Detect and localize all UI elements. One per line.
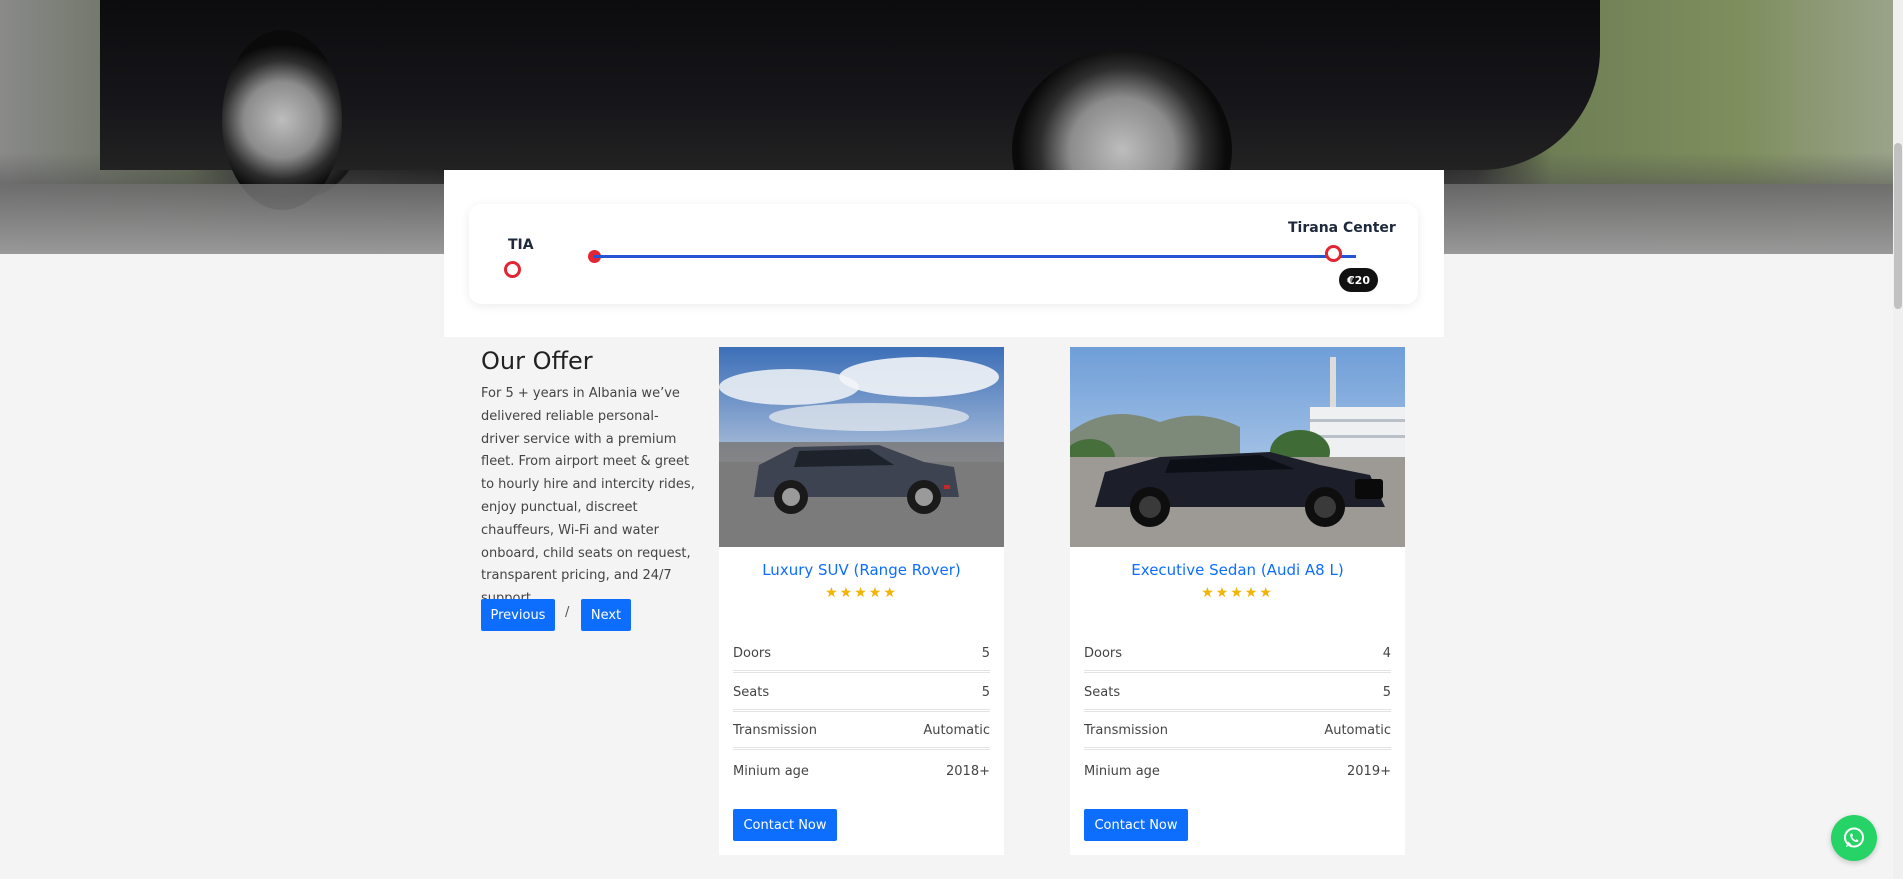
offer-description: For 5 + years in Albania we’ve delivered… [481,386,695,606]
rating-stars: ★★★★★ [825,585,898,601]
spec-row-seats: Seats 5 [733,676,990,712]
previous-button[interactable]: Previous [481,599,555,631]
spec-label: Transmission [1084,723,1168,738]
car-card-audi-a8: Executive Sedan (Audi A8 L) ★★★★★ Doors … [1070,347,1405,855]
spec-value: Automatic [1324,723,1391,738]
spec-value: Automatic [923,723,990,738]
car-image-range-rover [719,347,1004,547]
spec-value: 5 [981,646,990,661]
spec-label: Transmission [733,723,817,738]
spec-label: Doors [733,646,772,661]
car-name[interactable]: Luxury SUV (Range Rover) [719,561,1004,579]
route-card: TIA Tirana Center €20 [469,204,1418,304]
route-from-label: TIA [508,237,534,253]
contact-now-button[interactable]: Contact Now [1084,809,1188,841]
spec-row-doors: Doors 4 [1084,637,1391,673]
hero-rear-wheel [222,30,342,210]
route-end-marker [1325,245,1342,262]
spec-value: 4 [1382,646,1391,661]
spec-row-transmission: Transmission Automatic [1084,714,1391,750]
route-line [594,255,1356,258]
route-section: TIA Tirana Center €20 [444,170,1444,337]
car-image-audi-a8 [1070,347,1405,547]
spec-row-transmission: Transmission Automatic [733,714,990,750]
spec-value: 2018+ [946,763,990,779]
spec-row-doors: Doors 5 [733,637,990,673]
next-button[interactable]: Next [581,599,631,631]
contact-now-button[interactable]: Contact Now [733,809,837,841]
spec-row-minimum-age: Minium age 2018+ [733,753,990,789]
spec-value: 5 [1382,685,1391,700]
pager-separator: / [565,605,570,620]
scrollbar-thumb[interactable] [1894,143,1902,309]
spec-value: 5 [981,685,990,700]
spec-row-minimum-age: Minium age 2019+ [1084,753,1391,789]
price-badge: €20 [1339,268,1378,292]
spec-label: Doors [1084,646,1123,661]
rating-stars: ★★★★★ [1201,585,1274,601]
page-scrollbar[interactable] [1893,0,1903,879]
spec-row-seats: Seats 5 [1084,676,1391,712]
spec-label: Minium age [1084,763,1160,779]
car-card-range-rover: Luxury SUV (Range Rover) ★★★★★ Doors 5 S… [719,347,1004,855]
spec-value: 2019+ [1347,763,1391,779]
whatsapp-button[interactable] [1831,815,1877,861]
route-start-marker [504,261,521,278]
whatsapp-icon [1844,827,1864,848]
range-rover-photo [719,347,1004,547]
spec-label: Minium age [733,763,809,779]
car-name[interactable]: Executive Sedan (Audi A8 L) [1070,561,1405,579]
route-to-label: Tirana Center [1288,220,1396,236]
audi-a8-photo [1070,347,1405,547]
offer-title: Our Offer [481,347,593,375]
spec-label: Seats [733,685,770,700]
spec-label: Seats [1084,685,1121,700]
